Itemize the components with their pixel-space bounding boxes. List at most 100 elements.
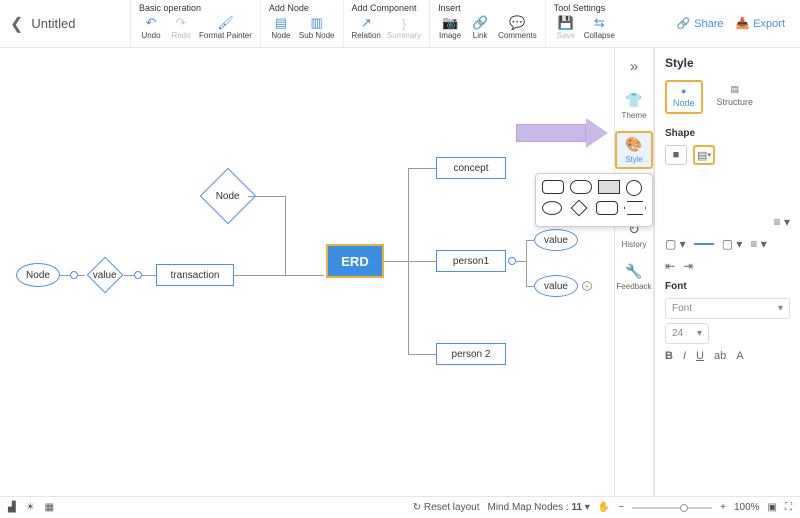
shape-ellipse[interactable]	[542, 201, 562, 215]
back-button[interactable]: ❮	[10, 14, 23, 34]
collapse-button[interactable]: ⇆Collapse	[584, 15, 615, 40]
connector-line	[142, 275, 156, 276]
value-ellipse-2[interactable]: value	[534, 275, 578, 297]
comment-icon: 💬	[509, 15, 525, 31]
chevron-down-icon: ▾	[778, 303, 783, 314]
panel-tabs: ●Node ▤Structure	[665, 80, 790, 114]
line-style-button[interactable]: ≡ ▾	[774, 215, 790, 229]
connector-line	[60, 275, 70, 276]
structure-tab[interactable]: ▤Structure	[711, 80, 760, 114]
bold-button[interactable]: B	[665, 350, 673, 362]
node-icon: ●	[681, 86, 686, 96]
font-label: Font	[665, 281, 790, 292]
value-diamond-left[interactable]: value	[87, 257, 124, 294]
save-button[interactable]: 💾Save	[554, 15, 578, 40]
structure-icon: ▤	[731, 84, 740, 95]
person1-rect[interactable]: person1	[436, 250, 506, 272]
group-add-component: Add Component ↗Relation }Summary	[343, 0, 430, 47]
feedback-tab[interactable]: 🔧Feedback	[615, 260, 653, 294]
fill-color-button[interactable]: ■	[665, 145, 687, 165]
panel-title: Style	[665, 56, 790, 70]
toolbar: ❮ Untitled Basic operation ↶Undo ↷Redo 🖌…	[0, 0, 800, 48]
paint-icon: 🖌	[217, 15, 233, 31]
node-count: Mind Map Nodes : 11 ▾	[488, 502, 590, 513]
connector-line	[124, 275, 134, 276]
add-node-button[interactable]: ▤Node	[269, 15, 293, 40]
shape-diamond[interactable]	[571, 200, 588, 217]
erd-node[interactable]: ERD	[326, 244, 384, 278]
redo-icon: ↷	[173, 15, 189, 31]
group-label: Add Node	[269, 3, 335, 13]
align-left-button[interactable]: ⇤	[665, 259, 675, 273]
node-tab[interactable]: ●Node	[665, 80, 703, 114]
font-family-select[interactable]: Font▾	[665, 298, 790, 319]
underline-button[interactable]: U	[696, 350, 704, 362]
theme-tab[interactable]: 👕Theme	[615, 89, 653, 123]
export-button[interactable]: 📥Export	[736, 17, 786, 30]
collapse-panel-button[interactable]: »	[630, 58, 638, 75]
hand-tool[interactable]: ✋	[598, 502, 610, 513]
person2-rect[interactable]: person 2	[436, 343, 506, 365]
chevron-down-icon: ▾	[697, 328, 702, 339]
relation-button[interactable]: ↗Relation	[352, 15, 381, 40]
zoom-out-button[interactable]: −	[618, 502, 624, 513]
value-ellipse-1[interactable]: value	[534, 229, 578, 251]
shape-popup	[535, 173, 653, 227]
text-style-row: B I U ab A	[665, 350, 790, 362]
comments-button[interactable]: 💬Comments	[498, 15, 537, 40]
shape-hexagon[interactable]	[624, 201, 646, 215]
reset-layout-button[interactable]: ↻ Reset layout	[413, 502, 480, 513]
text-color-button[interactable]: A	[736, 350, 743, 362]
image-button[interactable]: 📷Image	[438, 15, 462, 40]
fit-button[interactable]: ▣	[768, 502, 777, 513]
undo-button[interactable]: ↶Undo	[139, 15, 163, 40]
shape-circle[interactable]	[626, 180, 642, 196]
wrench-icon: 🔧	[625, 263, 642, 280]
fill-icon: ■	[673, 149, 680, 161]
shape-rounded-rect[interactable]	[542, 180, 564, 194]
concept-rect[interactable]: concept	[436, 157, 506, 179]
shape-label: Shape	[665, 128, 790, 139]
connector-line	[234, 275, 324, 276]
redo-button[interactable]: ↷Redo	[169, 15, 193, 40]
fullscreen-button[interactable]: ⛶	[785, 502, 792, 513]
italic-button[interactable]: I	[683, 350, 686, 362]
connector-line	[408, 354, 436, 355]
connector-line	[516, 261, 526, 262]
zoom-slider[interactable]	[632, 507, 712, 509]
node-ellipse-left[interactable]: Node	[16, 263, 60, 287]
document-title[interactable]: Untitled	[31, 16, 75, 31]
link-icon: 🔗	[472, 15, 488, 31]
zoom-in-button[interactable]: +	[720, 502, 726, 513]
grid-button[interactable]: ▦	[45, 502, 54, 513]
line-thickness-button[interactable]: ≡ ▾	[750, 237, 766, 251]
transaction-rect[interactable]: transaction	[156, 264, 234, 286]
share-button[interactable]: 🔗Share	[676, 17, 723, 30]
shape-rounded-rect-2[interactable]	[596, 201, 618, 215]
strike-button[interactable]: ab	[714, 350, 726, 362]
connector-line	[248, 196, 285, 197]
brightness-button[interactable]: ☀	[26, 502, 35, 513]
presentation-button[interactable]: ▟	[8, 502, 16, 513]
group-label: Tool Settings	[554, 3, 615, 13]
add-subnode-button[interactable]: ▥Sub Node	[299, 15, 335, 40]
summary-button[interactable]: }Summary	[387, 15, 421, 40]
indent-button[interactable]: ⇥	[683, 259, 693, 273]
connector-line	[526, 286, 534, 287]
statusbar: ▟ ☀ ▦ ↻ Reset layout Mind Map Nodes : 11…	[0, 496, 800, 518]
canvas[interactable]: Node value transaction Node ERD concept …	[0, 48, 614, 496]
shape-picker-button[interactable]: ▤▾	[693, 145, 715, 165]
link-button[interactable]: 🔗Link	[468, 15, 492, 40]
connector-line	[408, 168, 436, 169]
format-painter-button[interactable]: 🖌Format Painter	[199, 15, 252, 40]
group-insert: Insert 📷Image 🔗Link 💬Comments	[429, 0, 545, 47]
line-color-icon	[694, 243, 714, 245]
border-style-button[interactable]: ▢ ▾	[665, 237, 686, 251]
connector-line	[384, 261, 408, 262]
shape-pill[interactable]	[570, 180, 592, 194]
style-tab[interactable]: 🎨Style	[615, 131, 653, 169]
shape-rect[interactable]	[598, 180, 620, 194]
add-child-icon[interactable]: +	[582, 281, 592, 291]
border-color-button[interactable]: ▢ ▾	[722, 237, 743, 251]
font-size-select[interactable]: 24▾	[665, 323, 709, 344]
